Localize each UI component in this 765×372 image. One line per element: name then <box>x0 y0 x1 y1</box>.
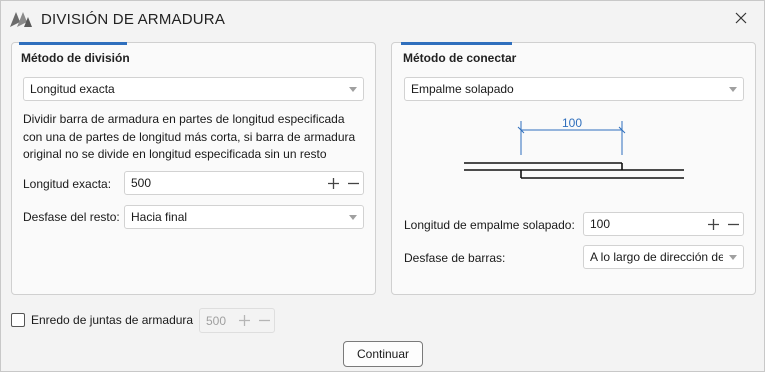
connection-panel-title: Método de conectar <box>403 51 517 65</box>
exact-length-stepper[interactable]: 500 <box>124 171 364 195</box>
joints-checkbox[interactable] <box>11 313 25 327</box>
exact-length-label: Longitud exacta: <box>23 177 112 191</box>
title-bar: DIVISIÓN DE ARMADURA <box>1 1 764 37</box>
minus-icon[interactable] <box>254 311 274 331</box>
minus-icon[interactable] <box>343 173 363 193</box>
bar-offset-value: A lo largo de dirección de <box>590 250 723 264</box>
connection-method-select[interactable]: Empalme solapado <box>404 77 744 101</box>
dialog-window: DIVISIÓN DE ARMADURA Método de división … <box>0 0 765 372</box>
remainder-offset-value: Hacia final <box>131 210 188 224</box>
division-method-select[interactable]: Longitud exacta <box>23 77 364 101</box>
remainder-offset-select[interactable]: Hacia final <box>124 205 364 229</box>
plus-icon[interactable] <box>234 311 254 331</box>
remainder-offset-label: Desfase del resto: <box>23 210 120 224</box>
chevron-down-icon <box>723 254 743 260</box>
description-line: con una de partes de longitud más corta,… <box>23 129 356 144</box>
lap-splice-diagram: 100 <box>464 116 684 179</box>
division-panel-accent <box>19 42 127 45</box>
connection-method-value: Empalme solapado <box>411 82 514 96</box>
close-icon <box>735 12 747 27</box>
plus-icon[interactable] <box>323 173 343 193</box>
division-panel: Método de división Longitud exacta Divid… <box>11 42 376 295</box>
lap-length-label: Longitud de empalme solapado: <box>404 218 575 232</box>
window-title: DIVISIÓN DE ARMADURA <box>41 11 226 28</box>
division-description: Dividir barra de armadura en partes de l… <box>23 111 373 164</box>
continue-button[interactable]: Continuar <box>343 341 423 367</box>
bar-offset-select[interactable]: A lo largo de dirección de <box>583 245 744 269</box>
lap-length-stepper[interactable]: 100 <box>583 212 744 236</box>
description-line: original no se divide en longitud especi… <box>23 147 327 161</box>
minus-icon[interactable] <box>723 214 743 234</box>
joints-value[interactable]: 500 <box>206 314 234 328</box>
continue-button-label: Continuar <box>356 347 410 361</box>
plus-icon[interactable] <box>703 214 723 234</box>
app-logo-icon <box>9 10 33 31</box>
chevron-down-icon <box>343 86 363 92</box>
chevron-down-icon <box>723 86 743 92</box>
bar-offset-label: Desfase de barras: <box>404 251 506 265</box>
chevron-down-icon <box>343 214 363 220</box>
connection-panel-accent <box>401 42 512 45</box>
division-panel-title: Método de división <box>21 51 130 65</box>
joints-label: Enredo de juntas de armadura <box>31 313 194 327</box>
close-button[interactable] <box>729 7 753 31</box>
description-line: Dividir barra de armadura en partes de l… <box>23 112 345 126</box>
exact-length-value[interactable]: 500 <box>131 176 323 190</box>
joints-stepper[interactable]: 500 <box>199 308 275 333</box>
lap-length-value[interactable]: 100 <box>590 217 703 231</box>
division-method-value: Longitud exacta <box>30 82 115 96</box>
connection-panel: Método de conectar Empalme solapado 100 … <box>391 42 756 295</box>
diagram-dimension-label: 100 <box>562 116 582 130</box>
